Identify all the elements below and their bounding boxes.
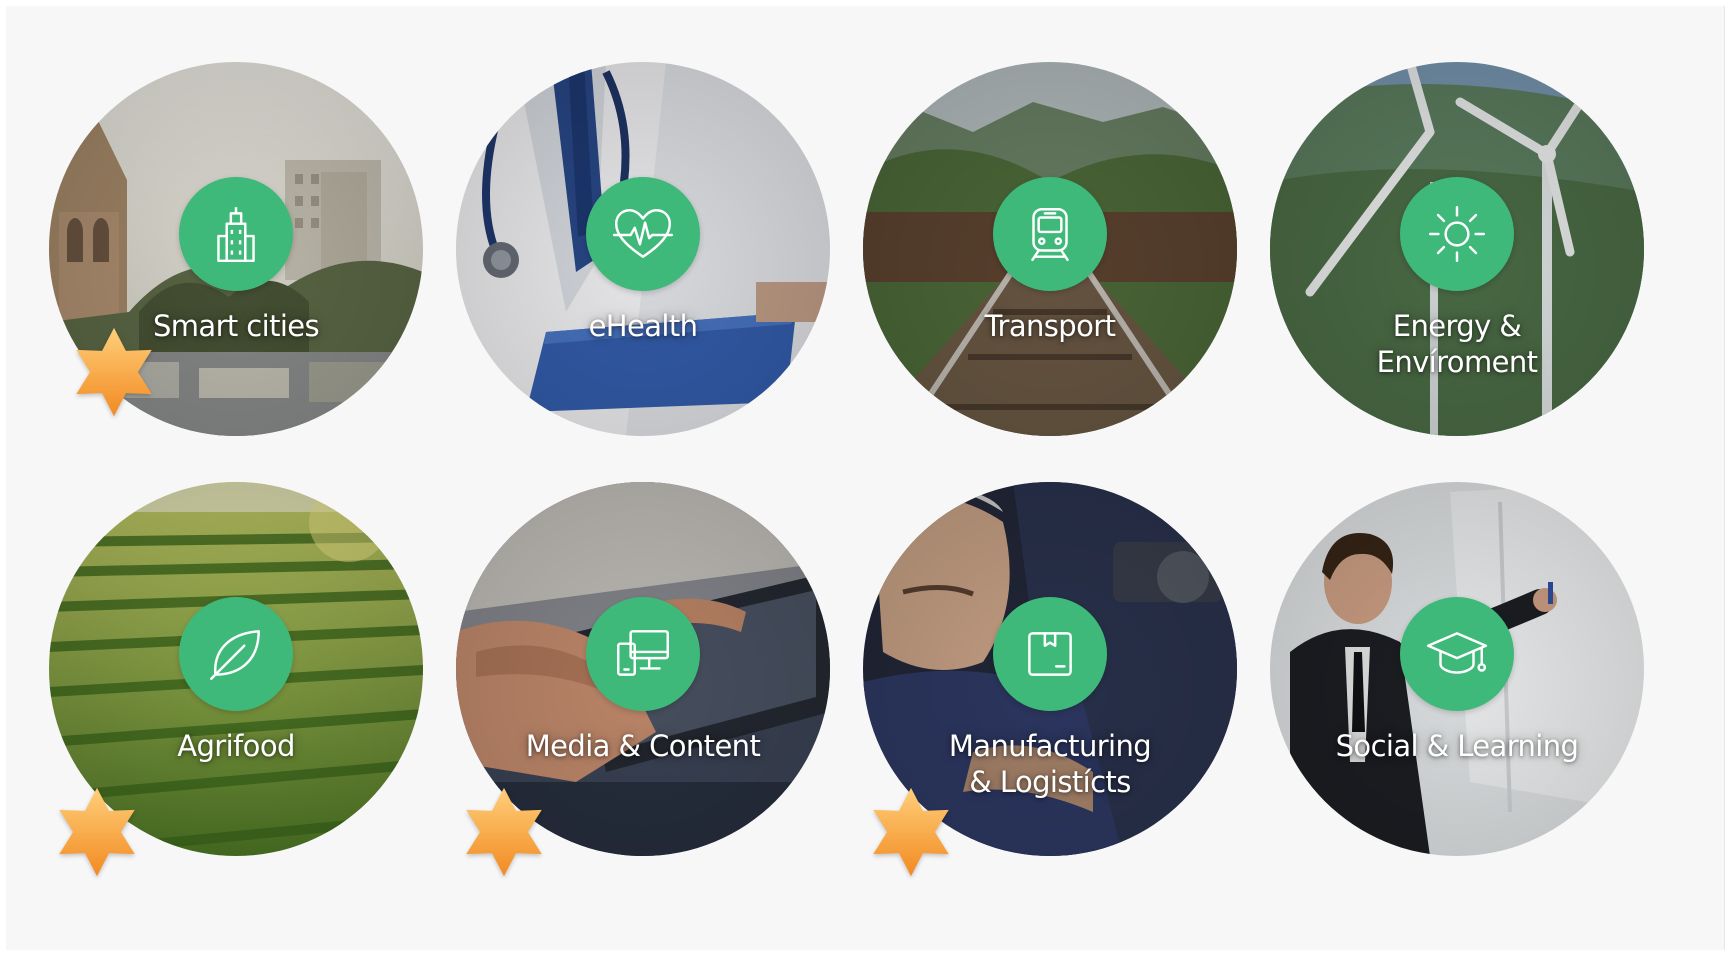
tile-label-ehealth: eHealth [456,308,830,344]
box-icon-badge [993,597,1107,711]
heart-pulse-icon [612,209,674,258]
train-icon [1031,208,1069,262]
tile-label-line: Social & Learning [1335,729,1579,763]
sun-icon-badge [1400,177,1514,291]
star-icon [51,786,143,878]
building-icon-badge [179,177,293,291]
tile-label-line: Media & Content [525,729,761,763]
tile-label-line: Envíroment [1376,345,1538,379]
sun-icon [1428,205,1486,263]
tile-label-media-content: Media & Content [456,728,830,764]
sectors-panel: Smart cities eHealth Transport Energy & … [6,6,1725,950]
leaf-icon-badge [179,597,293,711]
devices-icon [617,630,669,676]
tile-energy-environment[interactable]: Energy & Envíroment [1270,62,1644,436]
graduation-cap-icon [1426,632,1488,674]
tile-label-transport: Transport [863,308,1237,344]
star-icon [68,326,160,418]
heart-pulse-icon-badge [586,177,700,291]
tile-label-line: Agrifood [177,729,295,763]
star-icon [458,786,550,878]
tile-label-line: Transport [984,309,1116,343]
devices-icon-badge [586,597,700,711]
box-icon [1028,632,1072,676]
tile-label-agrifood: Agrifood [49,728,423,764]
building-icon [217,207,255,263]
tile-label-energy-environment: Energy & Envíroment [1270,308,1644,380]
tile-ehealth[interactable]: eHealth [456,62,830,436]
graduation-cap-icon-badge [1400,597,1514,711]
tile-label-line: Manufacturing [948,729,1152,763]
tile-label-social-learning: Social & Learning [1270,728,1644,764]
leaf-icon [210,630,260,680]
tile-label-line: eHealth [588,309,698,343]
tile-transport[interactable]: Transport [863,62,1237,436]
tile-label-line: Energy & [1392,309,1522,343]
train-icon-badge [993,177,1107,291]
star-icon [865,786,957,878]
tile-social-learning[interactable]: Social & Learning [1270,482,1644,856]
